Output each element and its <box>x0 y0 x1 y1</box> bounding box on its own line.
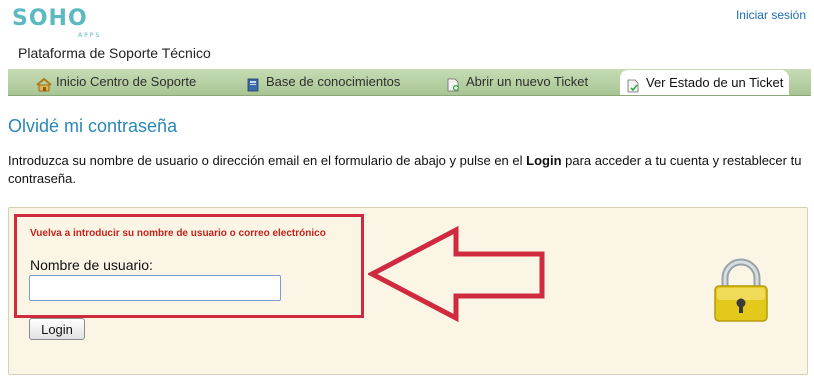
nav-item-home[interactable]: Inicio Centro de Soporte <box>36 69 196 95</box>
username-label: Nombre de usuario: <box>30 257 153 273</box>
book-icon <box>246 75 260 92</box>
intro-login-word: Login <box>526 153 562 168</box>
nav-item-label: Inicio Centro de Soporte <box>56 74 197 89</box>
intro-text-start: Introduzca su nombre de usuario o direcc… <box>8 153 527 168</box>
page-title: Olvidé mi contraseña <box>8 116 178 136</box>
error-message: Vuelva a introducir su nombre de usuario… <box>30 228 326 239</box>
signin-link[interactable]: Iniciar sesión <box>736 8 806 22</box>
header: SOHO APPS Plataforma de Soporte Técnico … <box>0 0 814 68</box>
logo-subtext: APPS <box>78 32 102 39</box>
pointer-arrow-icon <box>368 226 545 322</box>
nav-item-label: Base de conocimientos <box>266 74 401 89</box>
username-input[interactable] <box>29 275 281 301</box>
lock-icon <box>714 258 768 322</box>
site-title: Plataforma de Soporte Técnico <box>18 45 211 61</box>
intro-text: Introduzca su nombre de usuario o direcc… <box>8 152 808 188</box>
logo-text: SOHO <box>12 6 88 31</box>
home-icon <box>36 75 52 92</box>
nav-item-new-ticket[interactable]: Abrir un nuevo Ticket <box>446 69 588 95</box>
nav-item-label: Ver Estado de un Ticket <box>646 74 784 90</box>
nav-item-knowledge-base[interactable]: Base de conocimientos <box>246 69 400 95</box>
nav-item-label: Abrir un nuevo Ticket <box>466 74 589 89</box>
nav-item-ticket-status[interactable]: Ver Estado de un Ticket <box>620 70 790 95</box>
ticket-status-icon <box>626 76 640 92</box>
new-ticket-icon <box>446 75 460 92</box>
main-nav: Inicio Centro de Soporte Base de conocim… <box>8 69 811 96</box>
soho-logo[interactable]: SOHO APPS <box>12 6 112 40</box>
login-button[interactable]: Login <box>29 318 85 340</box>
